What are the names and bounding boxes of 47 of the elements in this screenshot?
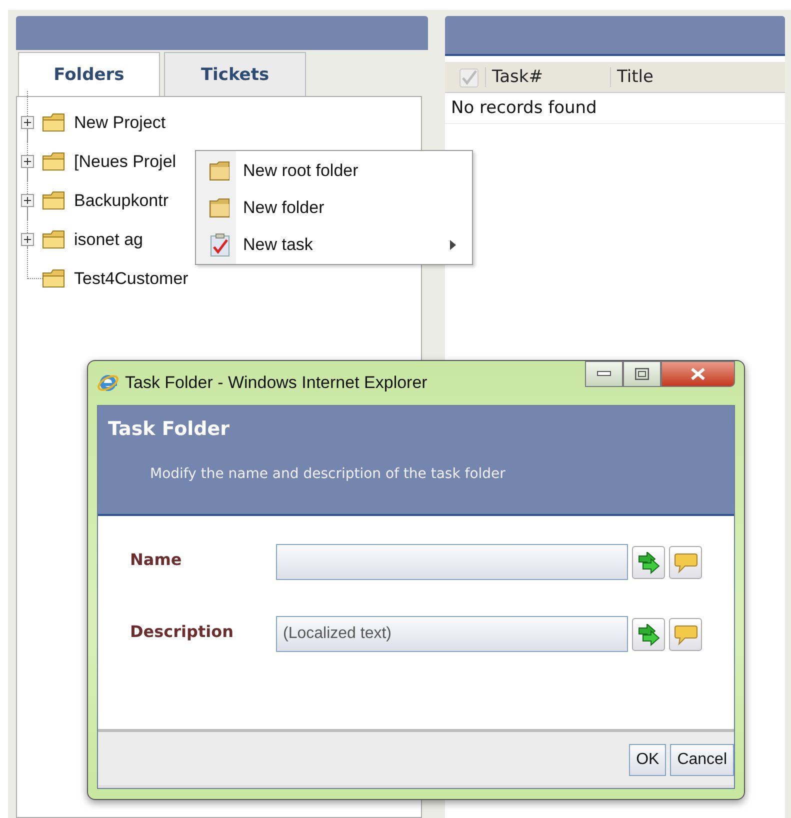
tree-item[interactable]: isonet ag [74,230,143,250]
window-title: Task Folder - Windows Internet Explorer [125,373,428,393]
menu-item[interactable]: New folder [196,189,472,226]
folder-icon [42,152,66,171]
tab[interactable]: Folders [18,52,160,96]
folder-icon [42,230,66,249]
empty-message: No records found [451,98,597,118]
task-icon [459,66,479,88]
folder-icon [42,113,66,132]
tree-item[interactable]: Test4Customer [74,268,188,288]
expand-icon[interactable] [21,233,34,246]
checklist-icon [209,232,231,256]
field-label: Name [130,550,183,569]
column-title[interactable]: Title [610,67,735,87]
minimize-button[interactable] [585,361,623,387]
maximize-button[interactable] [623,361,661,387]
close-button[interactable] [661,361,735,387]
dialog-button[interactable]: Cancel [670,744,734,776]
comment-button[interactable] [669,546,702,579]
comment-button[interactable] [669,618,702,651]
folder-icon [42,191,66,210]
expand-icon[interactable] [21,116,34,129]
close-icon [691,368,705,380]
dialog-title: Task Folder [108,418,231,440]
browser-icon [97,372,119,394]
submenu-arrow-icon [450,240,456,250]
tab[interactable]: Tickets [164,52,306,96]
expand-icon[interactable] [21,155,34,168]
folder-icon [209,198,231,218]
translate-button[interactable] [632,546,665,579]
tree-item[interactable]: [Neues Projel [74,152,176,172]
tree-item[interactable]: New Project [74,112,166,132]
column-title[interactable]: Task# [485,67,610,87]
dialog-button[interactable]: OK [629,744,666,776]
menu-item[interactable]: New root folder [196,152,472,189]
text-field[interactable] [276,544,628,580]
tree-item[interactable]: Backupkontr [74,190,168,210]
minimize-icon [597,371,611,377]
expand-icon[interactable] [21,194,34,207]
text-field[interactable]: (Localized text) [276,616,628,652]
maximize-icon [635,368,649,380]
dialog-subtitle: Modify the name and description of the task folder [150,466,506,482]
folder-icon [209,160,231,180]
field-label: Description [130,622,234,641]
menu-item[interactable]: New task [196,226,472,263]
folder-icon [42,269,66,288]
translate-button[interactable] [632,618,665,651]
